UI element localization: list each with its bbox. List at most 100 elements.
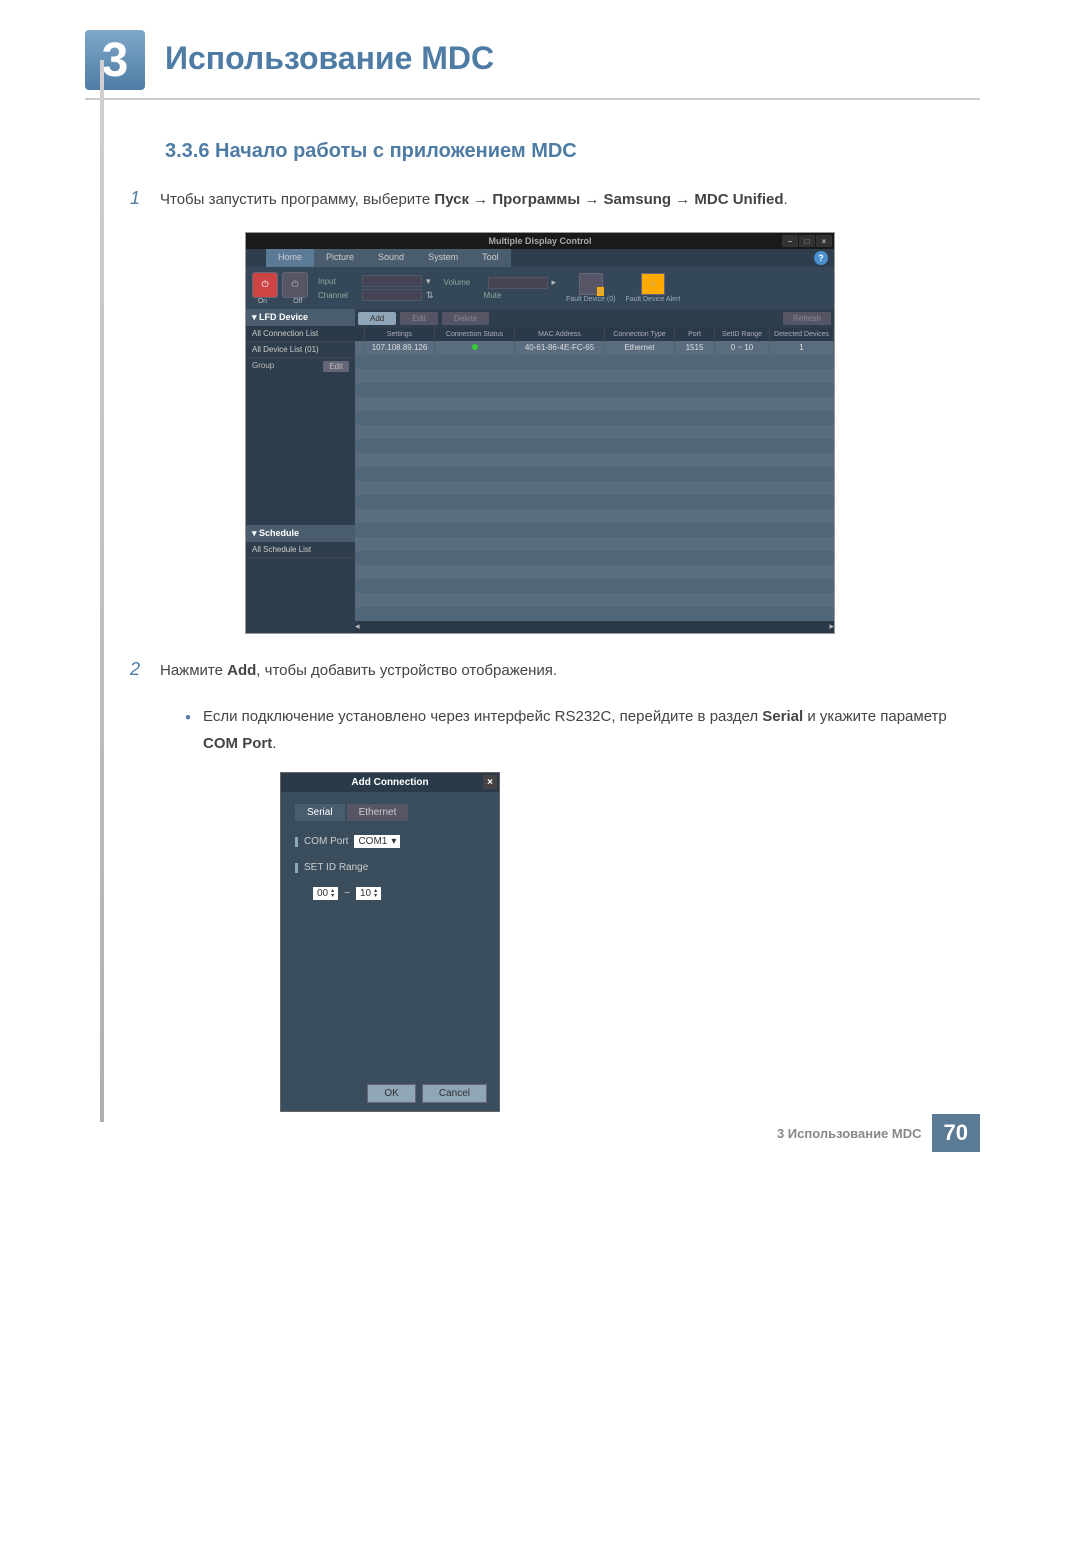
delete-button[interactable]: Delete <box>442 312 489 325</box>
edit-button[interactable]: Edit <box>400 312 438 325</box>
minimize-icon[interactable]: – <box>782 235 798 247</box>
step-number: 1 <box>130 188 160 212</box>
table-row <box>355 551 834 565</box>
main-tabs: Home Picture Sound System Tool ? <box>246 249 834 267</box>
chevron-down-icon: ▾ <box>391 836 396 847</box>
th-detected: Detected Devices <box>770 328 834 341</box>
close-icon[interactable]: × <box>483 775 497 789</box>
tab-system[interactable]: System <box>416 249 470 267</box>
chapter-title: Использование MDC <box>165 30 494 77</box>
chevron-right-icon[interactable]: ▸ <box>552 277 557 288</box>
page-footer: 3 Использование MDC 70 <box>777 1114 980 1152</box>
dialog-title: Add Connection × <box>281 773 499 792</box>
table-row[interactable]: 107.108.89.126 40-61-86-4E-FC-65 Etherne… <box>355 341 834 355</box>
cell-port: 1515 <box>675 341 715 355</box>
sidebar-item-all-device[interactable]: All Device List (01) <box>246 342 355 358</box>
field-marker-icon <box>295 863 298 873</box>
th-settings: Settings <box>365 328 435 341</box>
toolbar: ⏻ ⏻ OnOff Input▾ Channel⇅ Volume▸ Mute ⚠… <box>246 267 834 309</box>
setid-row: SET ID Range <box>295 862 485 873</box>
step-text: Чтобы запустить программу, выберите Пуск… <box>160 188 788 212</box>
footer-text: 3 Использование MDC <box>777 1126 922 1141</box>
cell-connection <box>435 341 515 355</box>
cell-settings: 107.108.89.126 <box>365 341 435 355</box>
cell-range: 0 ~ 10 <box>715 341 770 355</box>
device-table: Settings Connection Status MAC Address C… <box>355 328 834 621</box>
fault-device-panel[interactable]: ⚠ Fault Device (0) <box>566 273 615 303</box>
fault-alert-icon: ⚠ <box>641 273 665 295</box>
tab-picture[interactable]: Picture <box>314 249 366 267</box>
table-row <box>355 509 834 523</box>
add-connection-screenshot: Add Connection × Serial Ethernet COM Por… <box>280 772 500 1112</box>
th-range: SetID Range <box>715 328 770 341</box>
add-button[interactable]: Add <box>358 312 396 325</box>
power-on-button[interactable]: ⏻ <box>252 272 278 298</box>
table-row <box>355 453 834 467</box>
th-connection: Connection Status <box>435 328 515 341</box>
stepper-icon: ▴▾ <box>331 889 334 899</box>
table-row <box>355 523 834 537</box>
channel-label: Channel <box>318 291 358 300</box>
table-row <box>355 383 834 397</box>
section-number: 3.3.6 <box>165 140 209 162</box>
group-edit-button[interactable]: Edit <box>323 361 349 372</box>
volume-slider[interactable] <box>488 277 548 289</box>
channel-stepper[interactable] <box>362 289 422 301</box>
action-bar: Add Edit Delete Refresh <box>355 309 834 328</box>
table-row <box>355 425 834 439</box>
tab-tool[interactable]: Tool <box>470 249 511 267</box>
mdc-main-screenshot: Multiple Display Control – □ × Home Pict… <box>245 232 835 634</box>
th-mac: MAC Address <box>515 328 605 341</box>
cell-mac: 40-61-86-4E-FC-65 <box>515 341 605 355</box>
close-icon[interactable]: × <box>816 235 832 247</box>
sidebar-item-all-connection[interactable]: All Connection List <box>246 326 355 342</box>
th-port: Port <box>675 328 715 341</box>
status-dot-icon <box>472 344 478 350</box>
tab-ethernet[interactable]: Ethernet <box>347 804 409 821</box>
page-number: 70 <box>932 1114 980 1152</box>
section-title: 3.3.6 Начало работы с приложением MDC <box>165 140 980 163</box>
tab-serial[interactable]: Serial <box>295 804 345 821</box>
dialog-tabs: Serial Ethernet <box>295 804 485 821</box>
table-row <box>355 369 834 383</box>
table-row <box>355 579 834 593</box>
window-titlebar: Multiple Display Control – □ × <box>246 233 834 249</box>
chapter-header: 3 Использование MDC <box>85 30 980 100</box>
table-row <box>355 439 834 453</box>
main-panel: Add Edit Delete Refresh Settings Connect… <box>355 309 834 633</box>
volume-label: Volume <box>444 278 484 287</box>
table-row <box>355 397 834 411</box>
ok-button[interactable]: OK <box>367 1084 415 1103</box>
table-row <box>355 467 834 481</box>
power-off-button[interactable]: ⏻ <box>282 272 308 298</box>
window-controls: – □ × <box>782 235 832 247</box>
sidebar-section-lfd[interactable]: ▾ LFD Device <box>246 309 355 326</box>
setid-range-row: 00 ▴▾ ~ 10 ▴▾ <box>313 887 485 900</box>
maximize-icon[interactable]: □ <box>799 235 815 247</box>
setid-from-stepper[interactable]: 00 ▴▾ <box>313 887 338 900</box>
table-row <box>355 495 834 509</box>
table-row <box>355 537 834 551</box>
help-icon[interactable]: ? <box>814 251 828 265</box>
comport-label: COM Port <box>304 836 348 847</box>
comport-select[interactable]: COM1 ▾ <box>354 835 400 848</box>
sidebar-section-schedule[interactable]: ▾ Schedule <box>246 525 355 542</box>
chevron-down-icon[interactable]: ▾ <box>426 276 431 287</box>
window-title: Multiple Display Control <box>488 236 591 246</box>
sidebar-item-all-schedule[interactable]: All Schedule List <box>246 542 355 558</box>
cancel-button[interactable]: Cancel <box>422 1084 487 1103</box>
dialog-footer: OK Cancel <box>281 1076 499 1111</box>
table-row <box>355 481 834 495</box>
stepper-icon[interactable]: ⇅ <box>426 290 434 301</box>
input-select[interactable] <box>362 275 422 287</box>
horizontal-scrollbar[interactable]: ◂▸ <box>355 621 834 633</box>
fault-alert-panel[interactable]: ⚠ Fault Device Alert <box>625 273 680 303</box>
tab-home[interactable]: Home <box>266 249 314 267</box>
mute-label: Mute <box>484 291 524 300</box>
setid-to-stepper[interactable]: 10 ▴▾ <box>356 887 381 900</box>
tab-sound[interactable]: Sound <box>366 249 416 267</box>
section-heading: Начало работы с приложением MDC <box>215 140 577 162</box>
table-row <box>355 565 834 579</box>
refresh-button[interactable]: Refresh <box>783 312 831 325</box>
sidebar-item-group: Group Edit <box>246 358 355 375</box>
